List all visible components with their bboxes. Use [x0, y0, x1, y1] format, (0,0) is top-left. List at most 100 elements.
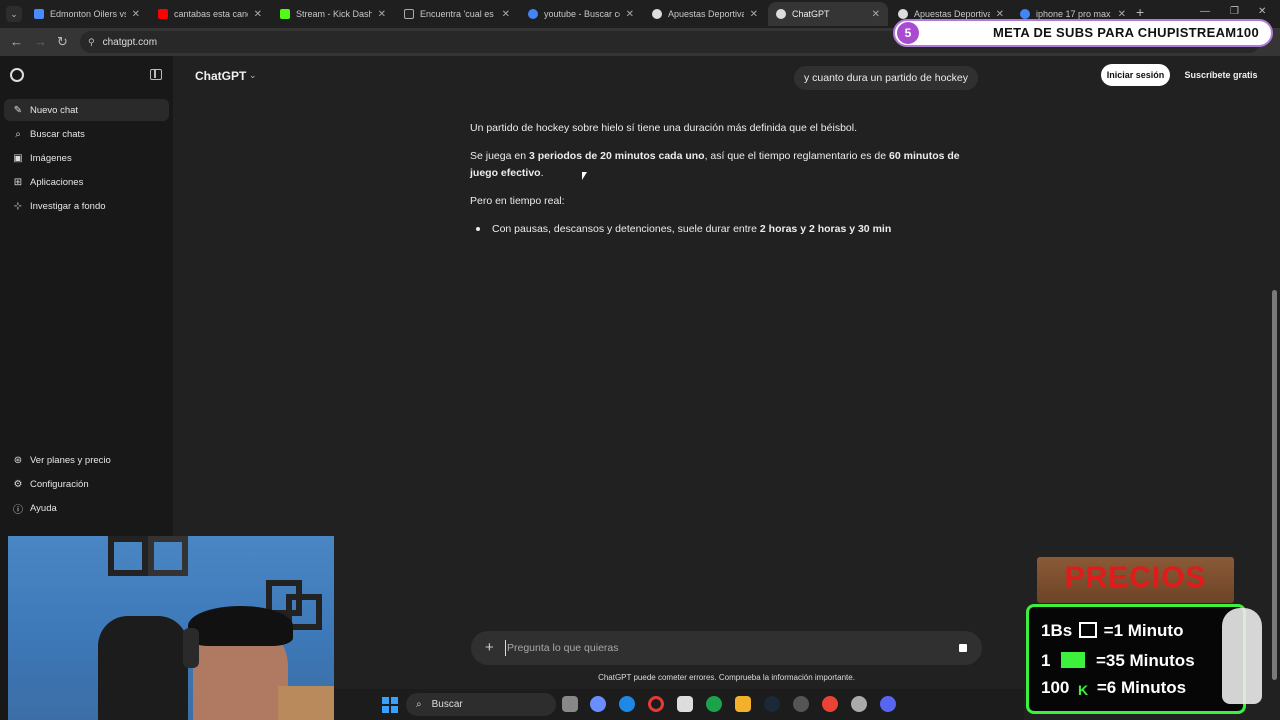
tab-favicon-icon — [34, 9, 44, 19]
steam-icon[interactable] — [764, 696, 780, 712]
search-icon: ⌕ — [15, 128, 21, 140]
close-tab-icon[interactable]: ✕ — [502, 9, 510, 20]
forward-icon[interactable]: → — [34, 34, 47, 49]
sidebar-item-images[interactable]: ▣ Imágenes — [4, 147, 169, 169]
mouse-cursor-icon — [582, 172, 587, 180]
taskbar-search[interactable]: ⌕ Buscar — [406, 693, 556, 716]
obs-icon[interactable] — [793, 696, 809, 712]
close-tab-icon[interactable]: ✕ — [626, 9, 634, 20]
model-selector[interactable]: ChatGPT — [195, 69, 246, 83]
scrollbar-thumb[interactable] — [1272, 290, 1277, 680]
kick-icon: K — [1078, 682, 1089, 698]
rate-right: =1 Minuto — [1103, 621, 1184, 640]
back-icon[interactable]: ← — [10, 34, 23, 49]
tab-title: youtube - Buscar con — [544, 9, 620, 19]
sidebar-item-deep-research[interactable]: ⊹ Investigar a fondo — [4, 195, 169, 217]
sidebar-item-label: Buscar chats — [30, 128, 85, 140]
sidebar-item-help[interactable]: ⓘ Ayuda — [4, 497, 169, 519]
browser-tab[interactable]: cantabas esta canción ✕ — [150, 2, 270, 26]
browser-tab[interactable]: Stream - Kick Dashbo ✕ — [272, 2, 394, 26]
sidebar-toggle-icon[interactable] — [150, 69, 162, 80]
sidebar-item-label: Ver planes y precio — [30, 454, 111, 466]
plus-icon[interactable]: + — [485, 639, 494, 656]
close-tab-icon[interactable]: ✕ — [872, 9, 880, 20]
folder-icon[interactable] — [735, 696, 751, 712]
rabbid-mascot-icon — [1222, 608, 1262, 704]
browser-tab[interactable]: Edmonton Oilers vs. ✕ — [26, 2, 148, 26]
gear-icon: ⚙ — [13, 478, 23, 490]
chevron-down-icon[interactable]: ⌄ — [249, 70, 257, 81]
close-tab-icon[interactable]: ✕ — [132, 9, 140, 20]
subs-goal-overlay: 5 META DE SUBS PARA CHUPISTREAM100 — [893, 19, 1273, 47]
close-tab-icon[interactable]: ✕ — [378, 9, 386, 20]
restore-icon[interactable]: ❐ — [1230, 6, 1239, 17]
new-tab-icon[interactable]: + — [1136, 4, 1144, 20]
rate-left: 1Bs — [1041, 621, 1073, 640]
close-tab-icon[interactable]: ✕ — [1118, 9, 1126, 20]
disclaimer-text: ChatGPT puede cometer errores. Comprueba… — [598, 673, 855, 682]
prompt-input[interactable] — [505, 640, 945, 656]
upwork-icon[interactable] — [706, 696, 722, 712]
image-icon: ▣ — [13, 152, 23, 164]
user-message-bubble: y cuanto dura un partido de hockey — [794, 66, 979, 90]
sidebar-item-label: Configuración — [30, 478, 89, 490]
sidebar-item-apps[interactable]: ⊞ Aplicaciones — [4, 171, 169, 193]
rate-left: 1 — [1041, 651, 1051, 670]
subs-goal-text: META DE SUBS PARA CHUPISTREAM100 — [992, 25, 1259, 40]
browser-tab[interactable]: youtube - Buscar con ✕ — [520, 2, 642, 26]
task-view-icon[interactable] — [562, 696, 578, 712]
tab-favicon-icon — [776, 9, 786, 19]
sidebar-item-label: Nuevo chat — [30, 104, 79, 116]
sidebar-item-label: Imágenes — [30, 152, 72, 164]
minimize-icon[interactable]: — — [1200, 6, 1210, 17]
browser-tab[interactable]: Apuestas Deportivas ✕ — [644, 2, 766, 26]
apps-icon: ⊞ — [13, 176, 23, 188]
sidebar-item-settings[interactable]: ⚙ Configuración — [4, 473, 169, 495]
sidebar-item-search-chats[interactable]: ⌕ Buscar chats — [4, 123, 169, 145]
tab-search-button[interactable]: ⌄ — [6, 6, 22, 22]
tab-title: Edmonton Oilers vs. — [50, 9, 126, 19]
assistant-paragraph: Un partido de hockey sobre hielo sí tien… — [470, 122, 857, 134]
tab-favicon-icon — [404, 9, 414, 19]
browser-tab-active[interactable]: ChatGPT ✕ — [768, 2, 888, 26]
openai-logo-icon[interactable] — [10, 68, 24, 82]
chrome-icon[interactable] — [822, 696, 838, 712]
tab-title: Encuentra 'cual es el — [420, 9, 496, 19]
reload-icon[interactable]: ↻ — [57, 34, 68, 50]
text-span: . — [540, 167, 544, 179]
text-span: Con pausas, descansos y detenciones, sue… — [492, 223, 760, 235]
qr-icon — [1078, 622, 1097, 638]
shirt-shape — [278, 686, 334, 720]
windows-start-icon[interactable] — [382, 697, 398, 713]
url-text: chatgpt.com — [102, 36, 158, 48]
close-window-icon[interactable]: ✕ — [1258, 6, 1266, 17]
edge-icon[interactable] — [619, 696, 635, 712]
tab-title: iphone 17 pro max c — [1036, 9, 1112, 19]
opera-icon[interactable] — [648, 696, 664, 712]
bullet-icon — [476, 227, 480, 231]
help-icon: ⓘ — [13, 504, 23, 516]
discord-icon[interactable] — [880, 696, 896, 712]
sidebar-item-new-chat[interactable]: ✎ Nuevo chat — [4, 99, 169, 121]
assistant-list-item: Con pausas, descansos y detenciones, sue… — [492, 221, 972, 238]
browser-tab[interactable]: Encuentra 'cual es el ✕ — [396, 2, 518, 26]
login-button[interactable]: Iniciar sesión — [1101, 64, 1170, 86]
site-info-icon[interactable]: ⚲ — [88, 37, 95, 48]
shelf-shape — [148, 536, 188, 576]
subs-count-badge: 5 — [897, 22, 919, 44]
plans-icon: ⊛ — [13, 454, 23, 466]
sidebar-item-label: Aplicaciones — [30, 176, 84, 188]
copilot-icon[interactable] — [590, 696, 606, 712]
sidebar-item-plans[interactable]: ⊛ Ver planes y precio — [4, 449, 169, 471]
store-icon[interactable] — [677, 696, 693, 712]
tab-title: ChatGPT — [792, 9, 830, 19]
close-tab-icon[interactable]: ✕ — [254, 9, 262, 20]
close-tab-icon[interactable]: ✕ — [996, 9, 1004, 20]
signup-button[interactable]: Suscríbete gratis — [1176, 64, 1266, 86]
bold-span: 2 horas y 2 horas y 30 min — [759, 223, 892, 235]
sidebar-item-label: Investigar a fondo — [30, 200, 106, 212]
tab-title: Apuestas Deportivas — [668, 9, 744, 19]
gear-icon[interactable] — [851, 696, 867, 712]
stop-button[interactable] — [954, 639, 972, 657]
close-tab-icon[interactable]: ✕ — [750, 9, 758, 20]
